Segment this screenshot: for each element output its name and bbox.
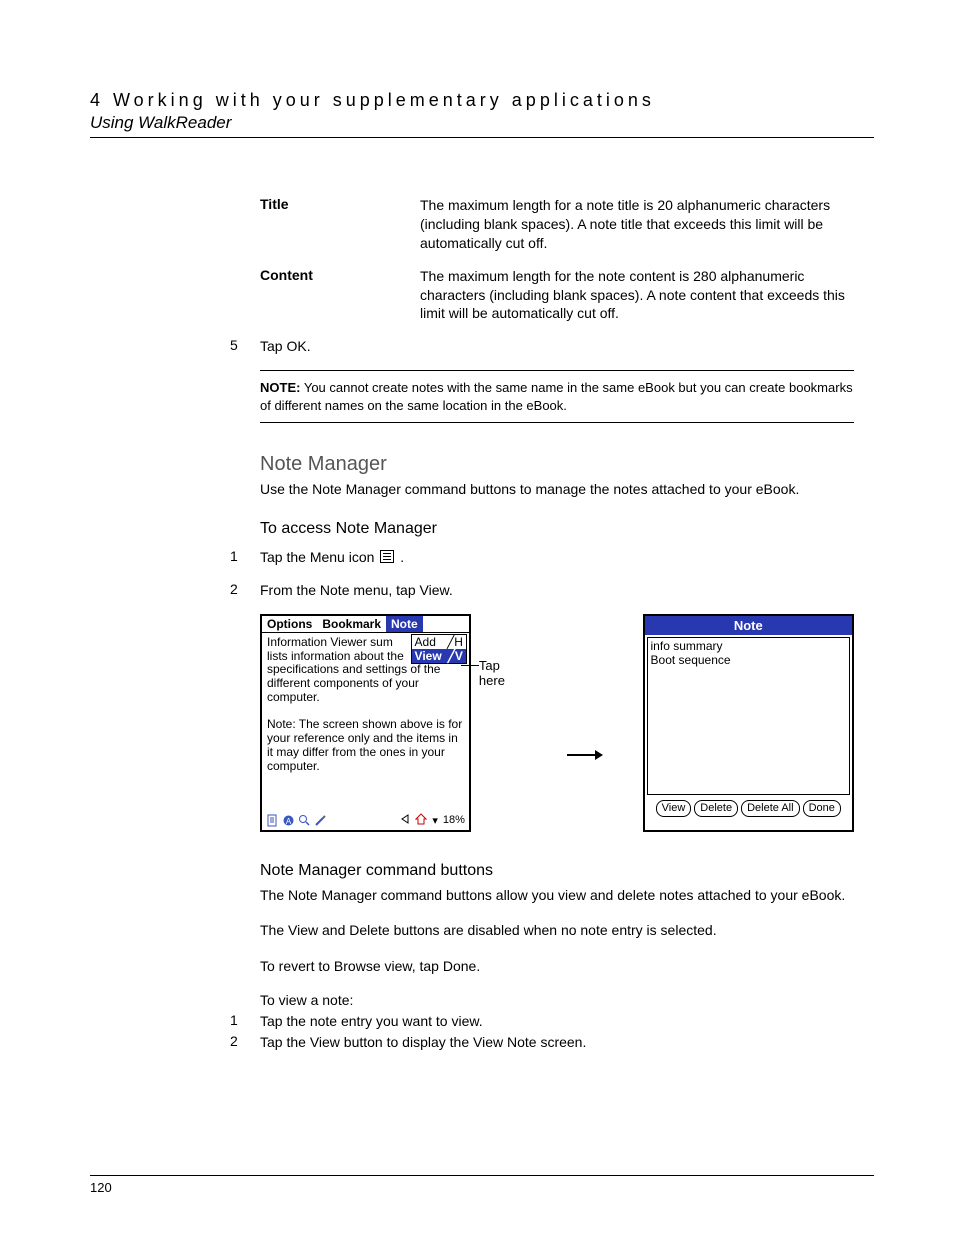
tap-here-label: Tap here [479,614,527,688]
step-5-num: 5 [230,337,260,356]
screenshots-row: Options Bookmark Note Add ╱H View ╱V [260,614,854,832]
note-dropdown: Add ╱H View ╱V [411,634,467,664]
note-label: NOTE: [260,380,300,395]
def-desc-content: The maximum length for the note content … [420,267,854,324]
toolbar-search-icon[interactable] [298,814,311,827]
tap-here-text: Tap here [479,658,505,688]
def-desc-title: The maximum length for a note title is 2… [420,196,854,253]
delete-all-button[interactable]: Delete All [741,800,799,817]
access-step-1-text-b: . [400,549,404,565]
pda-menubar: Options Bookmark Note [262,616,469,633]
pda-toolbar: A [266,813,465,828]
definition-content: Content The maximum length for the note … [260,267,854,324]
note-text: You cannot create notes with the same na… [260,380,853,413]
note-list-buttons: View Delete Delete All Done [645,797,852,820]
svg-text:A: A [286,817,292,826]
access-step-1-text-a: Tap the Menu icon [260,549,378,565]
dropdown-view[interactable]: View ╱V [412,649,466,663]
view-step-2-num: 2 [230,1033,260,1052]
heading-note-manager: Note Manager [260,453,854,476]
footer-rule [90,1175,874,1176]
definition-title: Title The maximum length for a note titl… [260,196,854,253]
view-step-1: 1 Tap the note entry you want to view. [260,1012,854,1031]
note-box: NOTE: You cannot create notes with the s… [260,370,854,423]
dropdown-add[interactable]: Add ╱H [412,635,466,649]
access-step-1-text: Tap the Menu icon . [260,548,854,567]
page-footer: 120 [90,1175,874,1195]
menu-options[interactable]: Options [262,616,317,632]
done-button[interactable]: Done [803,800,841,817]
menu-bookmark[interactable]: Bookmark [317,616,386,632]
toolbar-home-icon[interactable] [415,813,427,828]
toolbar-doc-icon[interactable] [266,814,279,827]
dropdown-add-shortcut: ╱H [447,635,463,649]
cmd-para-3: To revert to Browse view, tap Done. [260,957,854,977]
toolbar-zoom: 18% [443,814,465,826]
view-button[interactable]: View [656,800,692,817]
step-5-text: Tap OK. [260,337,854,356]
delete-button[interactable]: Delete [694,800,738,817]
view-step-2: 2 Tap the View button to display the Vie… [260,1033,854,1052]
dropdown-view-label: View [415,649,442,663]
view-step-2-text: Tap the View button to display the View … [260,1033,854,1052]
heading-cmd-buttons: Note Manager command buttons [260,862,854,880]
heading-access: To access Note Manager [260,520,854,538]
access-step-1-num: 1 [230,548,260,567]
note-list: info summary Boot sequence [647,637,850,795]
pda-body-note: Note: The screen shown above is for your… [267,718,464,773]
header-rule [90,137,874,138]
chapter-title: 4 Working with your supplementary applic… [90,90,874,111]
note-list-title: Note [645,616,852,635]
access-step-2: 2 From the Note menu, tap View. [260,581,854,600]
view-step-1-num: 1 [230,1012,260,1031]
page-number: 120 [90,1180,874,1195]
intro-paragraph: Use the Note Manager command buttons to … [260,480,854,500]
step-5: 5 Tap OK. [260,337,854,356]
screenshot-menu-view: Options Bookmark Note Add ╱H View ╱V [260,614,471,832]
heading-view-note: To view a note: [260,992,854,1008]
section-title: Using WalkReader [90,113,874,133]
menu-icon [380,550,394,563]
view-step-1-text: Tap the note entry you want to view. [260,1012,854,1031]
cmd-para-2: The View and Delete buttons are disabled… [260,921,854,941]
dropdown-add-label: Add [415,635,436,649]
dropdown-view-shortcut: ╱V [448,649,463,663]
cmd-para-1: The Note Manager command buttons allow y… [260,886,854,906]
access-step-2-text: From the Note menu, tap View. [260,581,854,600]
arrow-icon [567,677,603,768]
page-header: 4 Working with your supplementary applic… [90,90,874,138]
toolbar-font-icon[interactable]: A [282,814,295,827]
def-term-title: Title [260,196,420,253]
screenshot-note-list: Note info summary Boot sequence View Del… [643,614,854,832]
note-item-2[interactable]: Boot sequence [651,653,846,667]
menu-note[interactable]: Note [386,616,423,632]
access-step-1: 1 Tap the Menu icon . [260,548,854,567]
toolbar-edit-icon[interactable] [314,814,327,827]
note-item-1[interactable]: info summary [651,639,846,653]
access-step-2-num: 2 [230,581,260,600]
def-term-content: Content [260,267,420,324]
toolbar-prev-icon[interactable] [400,814,410,827]
toolbar-dropdown-icon[interactable]: ▾ [432,814,438,827]
